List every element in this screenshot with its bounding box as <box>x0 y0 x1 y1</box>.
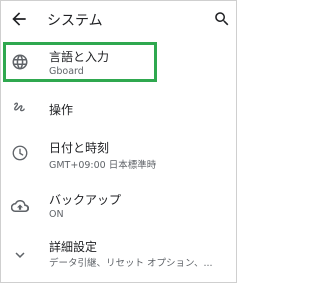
item-label: 日付と時刻 <box>49 141 110 155</box>
item-subtitle: Gboard <box>49 66 84 77</box>
chevron-down-icon <box>11 246 29 264</box>
cloud-upload-icon <box>11 197 29 215</box>
list-item-language-input[interactable]: 言語と入力 Gboard <box>1 39 236 85</box>
list-item-advanced[interactable]: 詳細設定 データ引継、リセット オプション、... <box>1 233 236 279</box>
list-item-date-time[interactable]: 日付と時刻 GMT+09:00 日本標準時 <box>1 131 236 177</box>
globe-icon <box>11 53 29 71</box>
item-label: 操作 <box>49 103 74 117</box>
item-label: 詳細設定 <box>49 240 98 254</box>
gesture-icon <box>11 99 29 117</box>
page-title: システム <box>47 13 103 29</box>
arrow-back-icon[interactable] <box>9 9 29 29</box>
list-item-backup[interactable]: バックアップ ON <box>1 183 236 229</box>
list-item-gestures[interactable]: 操作 <box>1 85 236 131</box>
item-subtitle: データ引継、リセット オプション、... <box>49 258 213 269</box>
search-icon[interactable] <box>213 10 231 28</box>
app-bar: システム <box>1 1 236 37</box>
item-label: バックアップ <box>49 193 122 207</box>
settings-screen: システム 言語と入力 Gboard 操作 日付と時刻 GMT+09:00 日本標… <box>0 0 237 283</box>
item-subtitle: GMT+09:00 日本標準時 <box>49 160 157 171</box>
item-label: 言語と入力 <box>49 50 110 64</box>
item-subtitle: ON <box>49 209 64 220</box>
clock-icon <box>11 144 29 162</box>
